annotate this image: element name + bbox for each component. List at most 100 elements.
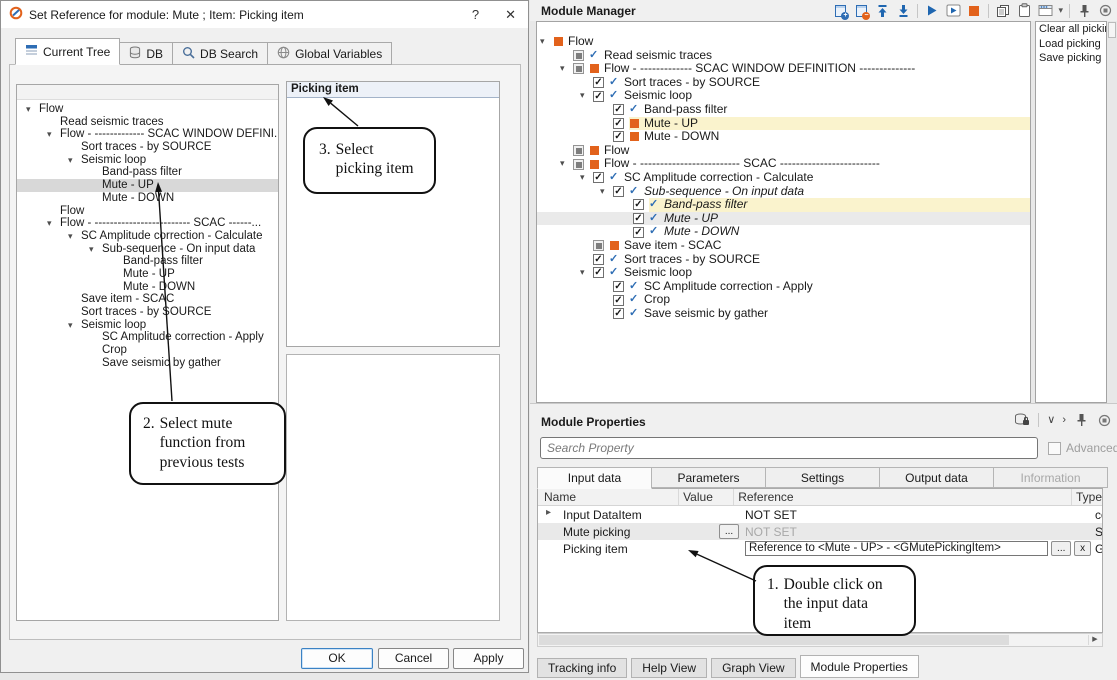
module-checkbox[interactable] bbox=[573, 145, 584, 156]
ok-button[interactable]: OK bbox=[301, 648, 373, 669]
module-tree-item[interactable]: ✓✓Crop bbox=[537, 293, 1030, 307]
tab-parameters[interactable]: Parameters bbox=[651, 467, 766, 488]
auto-hide-icon[interactable] bbox=[1096, 412, 1112, 428]
module-checkbox[interactable]: ✓ bbox=[633, 213, 644, 224]
tab-graph-view[interactable]: Graph View bbox=[711, 658, 795, 678]
tree-item[interactable]: Save seismic by gather bbox=[17, 357, 278, 370]
remove-module-icon[interactable]: − bbox=[853, 3, 869, 19]
tree-item[interactable]: Band-pass filter bbox=[17, 166, 278, 179]
pin-icon[interactable] bbox=[1073, 412, 1089, 428]
module-checkbox[interactable]: ✓ bbox=[613, 104, 624, 115]
tree-item[interactable]: ▾Flow bbox=[17, 103, 278, 116]
expander-icon[interactable]: ▾ bbox=[47, 217, 52, 230]
move-down-icon[interactable] bbox=[895, 3, 911, 19]
module-tree-item[interactable]: ✓✓Mute - UP bbox=[537, 212, 1030, 226]
tree-item[interactable]: ▾Seismic loop bbox=[17, 154, 278, 167]
expander-icon[interactable]: ▾ bbox=[89, 243, 94, 256]
expander-icon[interactable]: ▾ bbox=[26, 103, 31, 116]
module-tree-item[interactable]: Flow bbox=[537, 144, 1030, 158]
dropdown-arrow-icon[interactable]: ▾ bbox=[1058, 5, 1063, 16]
module-tree-item[interactable]: ✓✓Band-pass filter bbox=[537, 103, 1030, 117]
table-row-mute-picking[interactable]: Mute picking ... NOT SET Strin bbox=[538, 523, 1102, 540]
tab-db-search[interactable]: DB Search bbox=[172, 42, 268, 65]
tree-item[interactable]: Sort traces - by SOURCE bbox=[17, 306, 278, 319]
apply-button[interactable]: Apply bbox=[453, 648, 524, 669]
add-module-icon[interactable]: + bbox=[832, 3, 848, 19]
module-checkbox[interactable]: ✓ bbox=[613, 281, 624, 292]
tab-settings[interactable]: Settings bbox=[765, 467, 880, 488]
expander-icon[interactable]: ▾ bbox=[68, 230, 73, 243]
tab-help-view[interactable]: Help View bbox=[631, 658, 707, 678]
cancel-button[interactable]: Cancel bbox=[378, 648, 449, 669]
clear-reference-button[interactable]: x bbox=[1074, 541, 1091, 556]
tree-item[interactable]: ▾SC Amplitude correction - Calculate bbox=[17, 230, 278, 243]
chevron-right-icon[interactable]: › bbox=[1062, 415, 1066, 426]
module-checkbox[interactable]: ✓ bbox=[593, 267, 604, 278]
tab-module-properties[interactable]: Module Properties bbox=[800, 655, 919, 678]
module-checkbox[interactable]: ✓ bbox=[593, 254, 604, 265]
advanced-checkbox[interactable]: Advanced bbox=[1048, 441, 1117, 455]
tab-current-tree[interactable]: Current Tree bbox=[15, 38, 120, 65]
tree-item[interactable]: Mute - DOWN bbox=[17, 192, 278, 205]
module-tree-item[interactable]: ✓✓Save seismic by gather bbox=[537, 307, 1030, 321]
tree-item[interactable]: SC Amplitude correction - Apply bbox=[17, 331, 278, 344]
module-checkbox[interactable] bbox=[573, 159, 584, 170]
module-checkbox[interactable]: ✓ bbox=[613, 295, 624, 306]
module-tree-item[interactable]: ▾✓✓Seismic loop bbox=[537, 266, 1030, 280]
tab-tracking-info[interactable]: Tracking info bbox=[537, 658, 627, 678]
db-lock-icon[interactable] bbox=[1014, 412, 1030, 428]
close-button[interactable]: ✕ bbox=[505, 7, 516, 23]
list-item-save-picking[interactable]: Save picking bbox=[1036, 51, 1106, 66]
checkbox[interactable] bbox=[1048, 442, 1061, 455]
module-tree-item[interactable]: ✓✓Mute - DOWN bbox=[537, 225, 1030, 239]
tree-item[interactable]: ▾Flow - ------------- SCAC WINDOW DEFINI… bbox=[17, 128, 278, 141]
module-tree-item[interactable]: ✓Mute - UP bbox=[537, 117, 1030, 131]
tab-db[interactable]: DB bbox=[119, 42, 173, 65]
new-flow-window-icon[interactable] bbox=[1037, 3, 1053, 19]
tree-item[interactable]: Mute - DOWN bbox=[17, 281, 278, 294]
copy-icon[interactable] bbox=[995, 3, 1011, 19]
table-row-picking-item[interactable]: Picking item Reference to <Mute - UP> - … bbox=[538, 540, 1102, 557]
run-flow-icon[interactable] bbox=[924, 3, 940, 19]
module-tree-item[interactable]: Save item - SCAC bbox=[537, 239, 1030, 253]
tree-item[interactable]: ▾Flow - ------------------------- SCAC -… bbox=[17, 217, 278, 230]
tree-item[interactable]: Band-pass filter bbox=[17, 255, 278, 268]
move-up-icon[interactable] bbox=[874, 3, 890, 19]
module-tree-item[interactable]: ✓Read seismic traces bbox=[537, 49, 1030, 63]
tree-item[interactable]: Sort traces - by SOURCE bbox=[17, 141, 278, 154]
module-tree-item[interactable]: ▾Flow bbox=[537, 35, 1030, 49]
browse-button[interactable]: ... bbox=[719, 524, 739, 539]
expander-icon[interactable]: ▾ bbox=[600, 185, 605, 199]
tree-item[interactable]: ▾Seismic loop bbox=[17, 319, 278, 332]
pin-icon[interactable] bbox=[1076, 3, 1092, 19]
auto-hide-icon[interactable] bbox=[1097, 3, 1113, 19]
tree-item[interactable]: ▾Sub-sequence - On input data bbox=[17, 243, 278, 256]
expander-icon[interactable]: ▾ bbox=[580, 171, 585, 185]
module-tree-item[interactable]: ✓✓Band-pass filter bbox=[537, 198, 1030, 212]
module-checkbox[interactable] bbox=[573, 50, 584, 61]
tab-input-data[interactable]: Input data bbox=[537, 467, 652, 489]
paste-icon[interactable] bbox=[1016, 3, 1032, 19]
tree-item[interactable]: Crop bbox=[17, 344, 278, 357]
module-tree-item[interactable]: ✓✓SC Amplitude correction - Apply bbox=[537, 280, 1030, 294]
expander-icon[interactable]: ▾ bbox=[580, 266, 585, 280]
module-checkbox[interactable]: ✓ bbox=[633, 199, 644, 210]
expander-icon[interactable]: ▾ bbox=[540, 35, 545, 49]
module-checkbox[interactable]: ✓ bbox=[613, 308, 624, 319]
reference-value-box[interactable]: Reference to <Mute - UP> - <GMutePicking… bbox=[745, 541, 1048, 556]
module-tree-item[interactable]: ▾✓✓SC Amplitude correction - Calculate bbox=[537, 171, 1030, 185]
tree-item[interactable]: Save item - SCAC bbox=[17, 293, 278, 306]
module-checkbox[interactable]: ✓ bbox=[613, 118, 624, 129]
expander-icon[interactable]: ▾ bbox=[68, 319, 73, 332]
collapsed-panel-strip[interactable] bbox=[1108, 22, 1116, 38]
browse-button[interactable]: ... bbox=[1051, 541, 1071, 556]
module-checkbox[interactable]: ✓ bbox=[613, 131, 624, 142]
expander-icon[interactable]: ▾ bbox=[68, 154, 73, 167]
tab-output-data[interactable]: Output data bbox=[879, 467, 994, 488]
module-tree-item[interactable]: ▾Flow - ------------- SCAC WINDOW DEFINI… bbox=[537, 62, 1030, 76]
module-tree-item[interactable]: ▾✓✓Sub-sequence - On input data bbox=[537, 185, 1030, 199]
scrollbar-thumb[interactable] bbox=[539, 635, 1009, 645]
module-checkbox[interactable] bbox=[573, 63, 584, 74]
module-tree-item[interactable]: ✓✓Sort traces - by SOURCE bbox=[537, 253, 1030, 267]
tree-item[interactable]: Mute - UP bbox=[17, 268, 278, 281]
